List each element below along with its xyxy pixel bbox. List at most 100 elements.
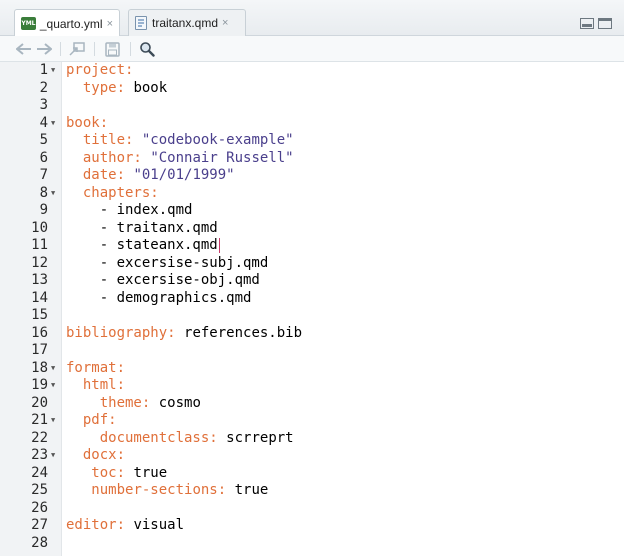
- code-line: 20 theme: cosmo: [0, 395, 624, 413]
- code-text: documentclass: scrreprt: [66, 430, 294, 448]
- yaml-key: documentclass:: [99, 429, 218, 446]
- fold-toggle-icon[interactable]: ▼: [51, 377, 55, 395]
- code-text: - traitanx.qmd: [66, 220, 218, 238]
- fold-toggle-icon[interactable]: ▼: [51, 115, 55, 133]
- tab-label: _quarto.yml: [39, 16, 103, 31]
- code-line: 18 ▼ format:: [0, 360, 624, 378]
- line-number: 21: [31, 412, 48, 428]
- code-text: - index.qmd: [66, 202, 193, 220]
- yaml-key: bibliography:: [66, 324, 176, 341]
- code-text: type: book: [66, 80, 167, 98]
- search-icon[interactable]: [138, 41, 156, 57]
- line-number: 7: [39, 167, 48, 183]
- code-line: 17: [0, 342, 624, 360]
- yaml-key: html:: [82, 377, 126, 393]
- line-number: 2: [39, 79, 48, 96]
- yaml-key: title:: [82, 132, 134, 148]
- tab-traitanx-qmd[interactable]: traitanx.qmd ×: [128, 9, 246, 36]
- line-number: 24: [31, 464, 48, 481]
- code-editor[interactable]: 1 ▼ project: 2 type: book 3 4 ▼ book: 5 title: "…: [0, 62, 624, 556]
- code-text: - excersise-subj.qmd: [66, 254, 269, 273]
- show-in-window-icon[interactable]: [68, 41, 86, 57]
- yaml-value: "Connair Russell": [150, 149, 294, 166]
- line-number: 25: [31, 482, 48, 498]
- code-text: theme: cosmo: [66, 395, 201, 413]
- line-number: 10: [31, 219, 48, 236]
- close-icon[interactable]: ×: [107, 18, 113, 30]
- yaml-key: editor:: [66, 517, 126, 533]
- yaml-value: "01/01/1999": [133, 167, 235, 183]
- yaml-key: book:: [66, 114, 109, 131]
- code-text: bibliography: references.bib: [66, 325, 302, 343]
- code-text: docx:: [66, 447, 125, 465]
- fold-toggle-icon[interactable]: ▼: [51, 360, 55, 378]
- line-number: 8: [39, 184, 48, 201]
- toolbar-divider: [60, 42, 61, 56]
- line-number: 11: [31, 237, 48, 253]
- code-text: html:: [66, 377, 125, 395]
- line-number: 19: [31, 377, 48, 393]
- code-text: number-sections: true: [66, 482, 268, 500]
- line-number: 23: [31, 447, 48, 463]
- yaml-key: format:: [66, 359, 126, 376]
- code-line: 13 - excersise-obj.qmd: [0, 272, 624, 290]
- line-number: 22: [31, 429, 48, 446]
- code-line: 27 editor: visual: [0, 517, 624, 535]
- fold-toggle-icon[interactable]: ▼: [51, 185, 55, 203]
- text-cursor: [218, 237, 220, 253]
- yaml-key: toc:: [91, 464, 126, 481]
- tab-label: traitanx.qmd: [152, 16, 219, 30]
- yaml-value: - excersise-subj.qmd: [99, 254, 269, 271]
- code-line: 4 ▼ book:: [0, 115, 624, 133]
- save-icon[interactable]: [104, 41, 120, 57]
- arrow-right-icon[interactable]: [36, 41, 52, 57]
- fold-toggle-icon[interactable]: ▼: [51, 412, 55, 430]
- code-line: 12 - excersise-subj.qmd: [0, 255, 624, 273]
- arrow-left-icon[interactable]: [16, 41, 32, 57]
- line-number: 27: [31, 517, 48, 533]
- code-line: 11 - stateanx.qmd: [0, 237, 624, 255]
- tab-quarto-yml[interactable]: YML _quarto.yml ×: [14, 9, 120, 37]
- minimize-pane-button[interactable]: [580, 18, 594, 29]
- yaml-key: number-sections:: [91, 482, 227, 498]
- yaml-key: type:: [82, 79, 126, 96]
- yaml-value: true: [133, 464, 168, 481]
- code-line: 5 title: "codebook-example": [0, 132, 624, 150]
- code-line: 14 - demographics.qmd: [0, 290, 624, 308]
- code-line: 3: [0, 97, 624, 115]
- line-number: 14: [31, 289, 48, 306]
- maximize-pane-button[interactable]: [598, 18, 612, 29]
- code-line: 22 documentclass: scrreprt: [0, 430, 624, 448]
- yaml-value: cosmo: [158, 394, 201, 411]
- yaml-key: chapters:: [82, 184, 159, 201]
- code-text: format:: [66, 360, 125, 378]
- yaml-value: - demographics.qmd: [99, 289, 252, 306]
- line-number: 13: [31, 272, 48, 288]
- yaml-value: - traitanx.qmd: [99, 219, 218, 236]
- code-line: 6 author: "Connair Russell": [0, 150, 624, 168]
- yml-file-icon: YML: [21, 17, 36, 30]
- yaml-value: - excersise-obj.qmd: [99, 272, 260, 288]
- tab-bar: YML _quarto.yml × traitanx.qmd ×: [0, 0, 624, 37]
- line-number: 1: [39, 62, 48, 78]
- yaml-value: book: [133, 79, 168, 96]
- yaml-value: scrreprt: [226, 429, 294, 446]
- code-text: chapters:: [66, 185, 159, 203]
- line-number: 28: [31, 534, 48, 551]
- line-number: 15: [31, 307, 48, 323]
- yaml-key: pdf:: [82, 412, 117, 428]
- code-line: 9 - index.qmd: [0, 202, 624, 220]
- close-icon[interactable]: ×: [222, 17, 228, 29]
- toolbar-divider: [130, 42, 131, 56]
- qmd-file-icon: [135, 16, 147, 30]
- code-line: 21 ▼ pdf:: [0, 412, 624, 430]
- code-text: pdf:: [66, 412, 117, 430]
- line-number: 20: [31, 394, 48, 411]
- fold-toggle-icon[interactable]: ▼: [51, 447, 55, 465]
- code-line: 24 toc: true: [0, 465, 624, 483]
- code-text: author: "Connair Russell": [66, 150, 294, 168]
- fold-toggle-icon[interactable]: ▼: [51, 62, 55, 80]
- code-line: 15: [0, 307, 624, 325]
- yaml-value: references.bib: [184, 324, 303, 341]
- yaml-key: author:: [82, 149, 142, 166]
